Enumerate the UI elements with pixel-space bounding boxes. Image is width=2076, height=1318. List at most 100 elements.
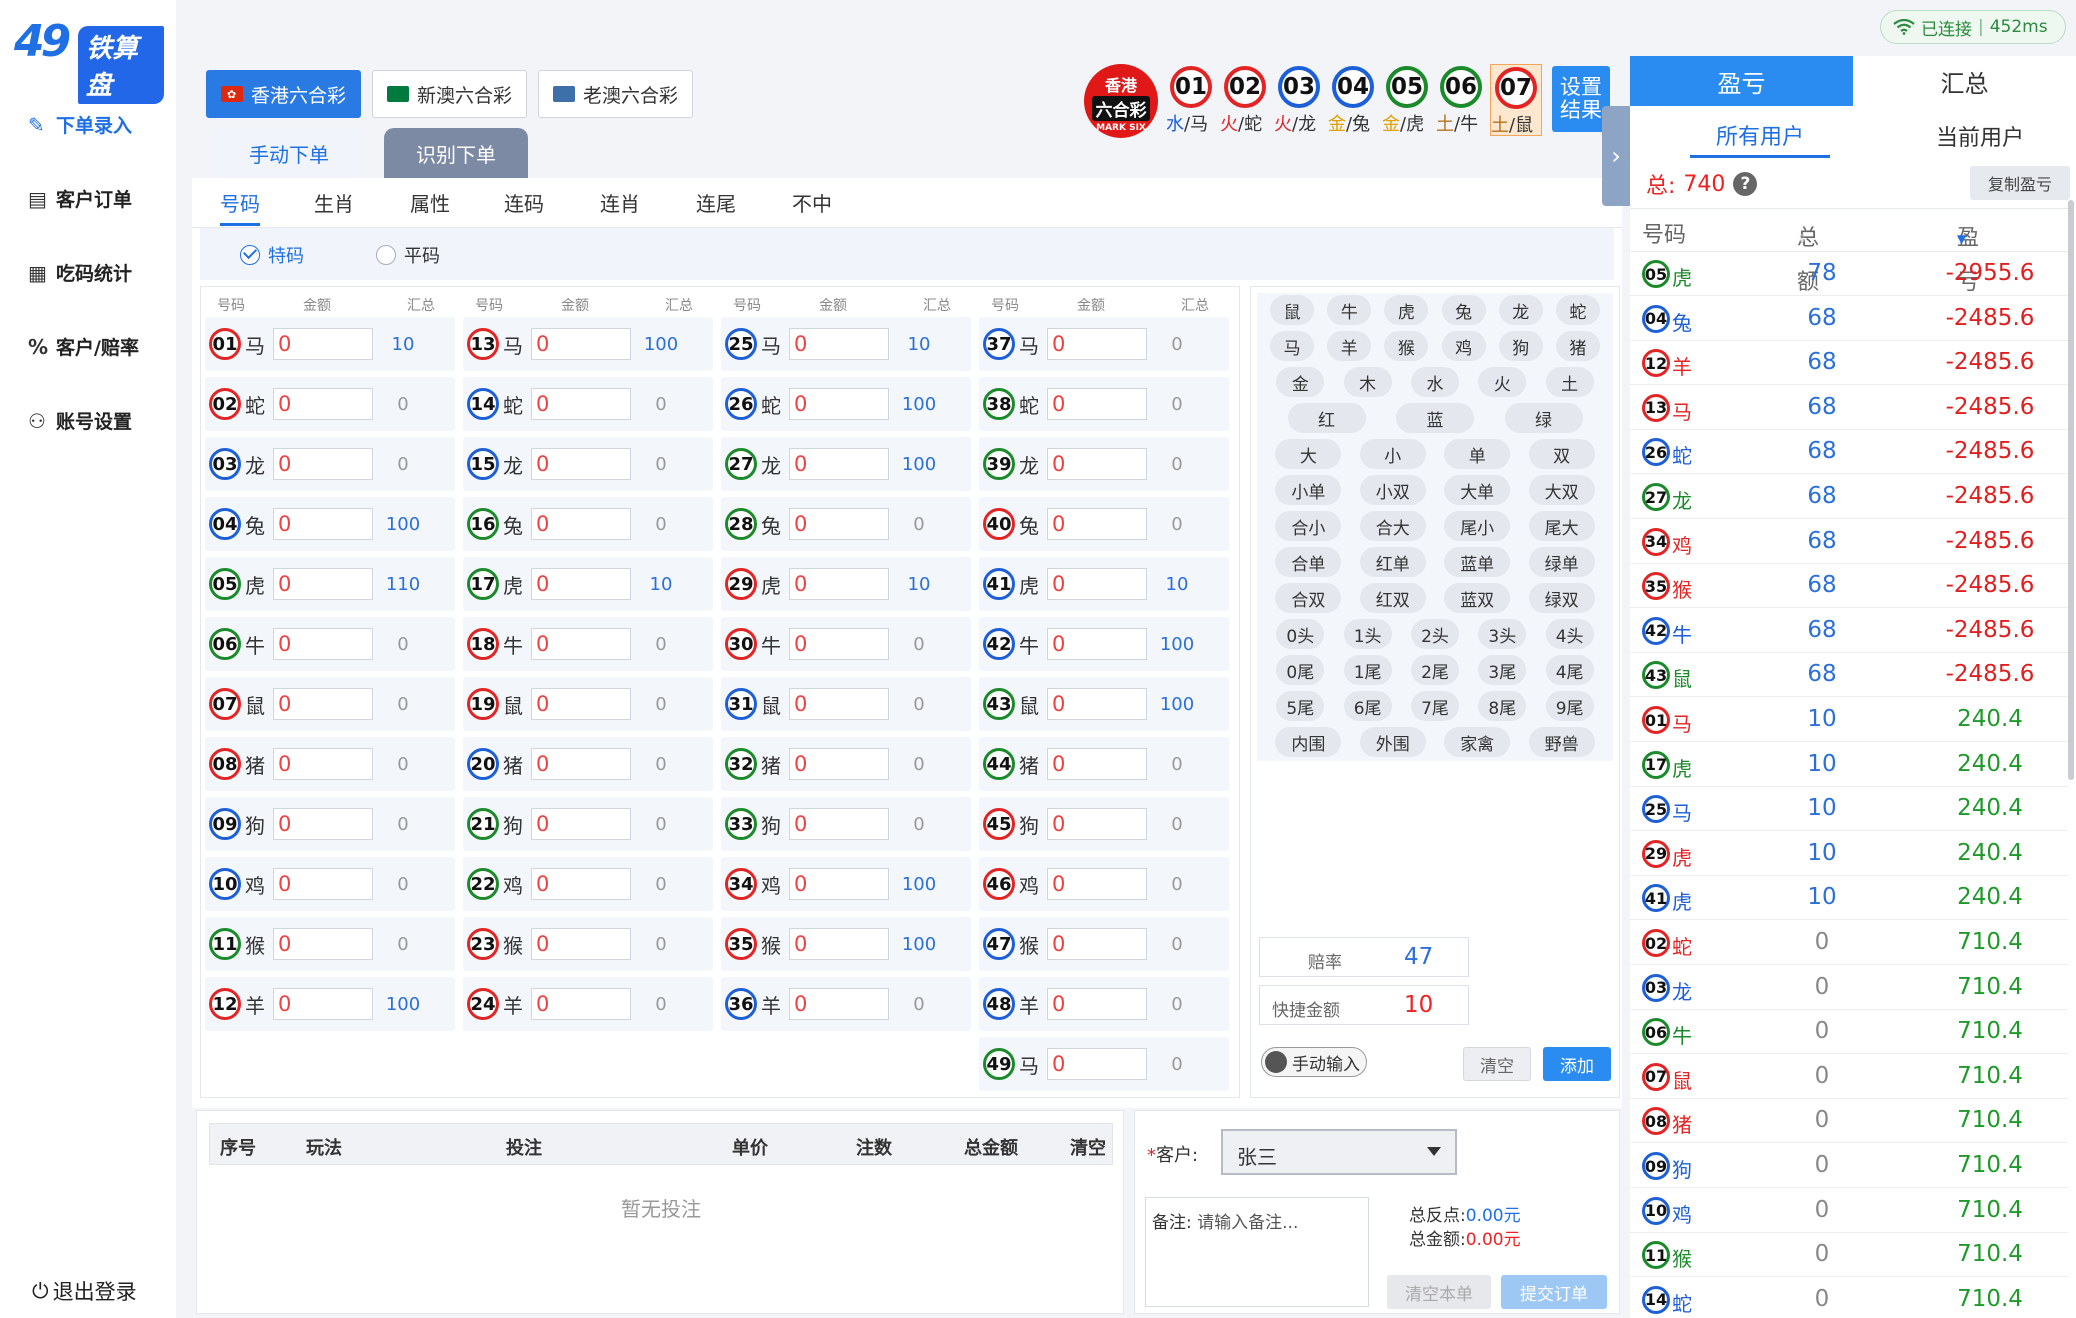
manual-input-toggle[interactable]: 手动输入 — [1261, 1047, 1367, 1077]
quick-btn[interactable]: 双 — [1528, 439, 1595, 469]
amount-input[interactable]: 0 — [789, 688, 889, 720]
tab-hk-lottery[interactable]: ✿ 香港六合彩 — [206, 70, 362, 118]
tab-play-6[interactable]: 不中 — [792, 188, 832, 226]
tab-play-3[interactable]: 连码 — [504, 188, 544, 226]
nav-item-2[interactable]: ▦ 吃码统计 — [28, 252, 132, 292]
amount-input[interactable]: 0 — [789, 568, 889, 600]
quick-btn[interactable]: 土 — [1545, 367, 1594, 397]
amount-input[interactable]: 0 — [1047, 508, 1147, 540]
amount-input[interactable]: 0 — [273, 388, 373, 420]
amount-input[interactable]: 0 — [531, 748, 631, 780]
tab-play-2[interactable]: 属性 — [410, 188, 450, 226]
amount-input[interactable]: 0 — [273, 448, 373, 480]
amount-input[interactable]: 0 — [789, 748, 889, 780]
amount-input[interactable]: 0 — [789, 868, 889, 900]
amount-input[interactable]: 0 — [531, 388, 631, 420]
help-icon[interactable]: ? — [1733, 172, 1758, 196]
quick-btn[interactable]: 绿双 — [1528, 583, 1595, 613]
amount-input[interactable]: 0 — [789, 508, 889, 540]
clear-all-bets[interactable]: 清空 — [1070, 1134, 1106, 1160]
tab-recognize-order[interactable]: 识别下单 — [384, 128, 528, 178]
logout-button[interactable]: ⏻ 退出登录 — [32, 1276, 137, 1306]
amount-input[interactable]: 0 — [273, 808, 373, 840]
quick-btn[interactable]: 火 — [1478, 367, 1527, 397]
quick-btn[interactable]: 8尾 — [1478, 691, 1527, 721]
amount-input[interactable]: 0 — [273, 928, 373, 960]
nav-item-3[interactable]: % 客户/赔率 — [28, 326, 139, 366]
add-button[interactable]: 添加 — [1543, 1047, 1611, 1081]
scrollbar[interactable] — [2068, 200, 2074, 780]
quick-btn[interactable]: 3头 — [1478, 619, 1527, 649]
tab-old-macau-lottery[interactable]: 老澳六合彩 — [538, 70, 694, 118]
quick-btn[interactable]: 2头 — [1411, 619, 1459, 649]
quick-btn[interactable]: 0尾 — [1276, 655, 1325, 685]
quick-btn[interactable]: 合小 — [1275, 511, 1342, 541]
amount-input[interactable]: 0 — [789, 808, 889, 840]
amount-input[interactable]: 0 — [789, 328, 889, 360]
quick-btn[interactable]: 5尾 — [1276, 691, 1325, 721]
quick-btn[interactable]: 4头 — [1545, 619, 1594, 649]
amount-input[interactable]: 0 — [1047, 748, 1147, 780]
quick-btn[interactable]: 红双 — [1359, 583, 1426, 613]
quick-btn[interactable]: 尾大 — [1528, 511, 1595, 541]
amount-input[interactable]: 0 — [531, 328, 631, 360]
radio-regular-number[interactable]: 平码 — [376, 242, 440, 268]
quick-btn[interactable]: 9尾 — [1545, 691, 1594, 721]
amount-input[interactable]: 0 — [1047, 1048, 1147, 1080]
quick-btn[interactable]: 蓝单 — [1444, 547, 1511, 577]
quick-btn[interactable]: 大 — [1275, 439, 1342, 469]
tab-all-users[interactable]: 所有用户 — [1690, 114, 1830, 158]
amount-input[interactable]: 0 — [1047, 688, 1147, 720]
tab-play-4[interactable]: 连肖 — [600, 188, 640, 226]
quick-btn[interactable]: 金 — [1276, 367, 1325, 397]
quick-btn[interactable]: 合单 — [1275, 547, 1342, 577]
amount-input[interactable]: 0 — [1047, 808, 1147, 840]
customer-select[interactable]: 张三 — [1221, 1129, 1457, 1175]
quick-btn[interactable]: 兔 — [1441, 295, 1486, 325]
quick-btn[interactable]: 绿 — [1504, 403, 1583, 433]
note-input[interactable]: 备注: 请输入备注... — [1145, 1197, 1369, 1307]
quick-btn[interactable]: 内围 — [1275, 727, 1342, 757]
clear-order-button[interactable]: 清空本单 — [1387, 1275, 1491, 1309]
quick-btn[interactable]: 1头 — [1343, 619, 1392, 649]
quick-btn[interactable]: 家禽 — [1444, 727, 1511, 757]
quick-btn[interactable]: 红 — [1287, 403, 1366, 433]
amount-input[interactable]: 0 — [789, 988, 889, 1020]
quick-btn[interactable]: 大单 — [1444, 475, 1511, 505]
quick-btn[interactable]: 外围 — [1359, 727, 1426, 757]
nav-item-1[interactable]: ▤ 客户订单 — [28, 178, 132, 218]
quick-btn[interactable]: 0头 — [1276, 619, 1325, 649]
amount-input[interactable]: 0 — [789, 928, 889, 960]
tab-new-macau-lottery[interactable]: 新澳六合彩 — [372, 70, 528, 118]
amount-input[interactable]: 0 — [531, 928, 631, 960]
quick-btn[interactable]: 牛 — [1327, 295, 1372, 325]
quick-btn[interactable]: 猪 — [1555, 331, 1600, 361]
quick-btn[interactable]: 鼠 — [1270, 295, 1315, 325]
tab-play-0[interactable]: 号码 — [220, 188, 260, 226]
quick-btn[interactable]: 小单 — [1275, 475, 1342, 505]
quick-btn[interactable]: 4尾 — [1545, 655, 1594, 685]
tab-manual-order[interactable]: 手动下单 — [212, 128, 366, 178]
amount-input[interactable]: 0 — [789, 448, 889, 480]
amount-input[interactable]: 0 — [1047, 988, 1147, 1020]
quick-btn[interactable]: 鸡 — [1441, 331, 1486, 361]
amount-input[interactable]: 0 — [531, 508, 631, 540]
quick-btn[interactable]: 羊 — [1327, 331, 1372, 361]
quick-btn[interactable]: 野兽 — [1528, 727, 1595, 757]
amount-input[interactable]: 0 — [1047, 328, 1147, 360]
amount-input[interactable]: 0 — [1047, 568, 1147, 600]
quick-btn[interactable]: 红单 — [1359, 547, 1426, 577]
amount-input[interactable]: 0 — [273, 688, 373, 720]
quick-amount-field[interactable]: 快捷金额 10 — [1259, 985, 1469, 1025]
quick-btn[interactable]: 6尾 — [1343, 691, 1392, 721]
amount-input[interactable]: 0 — [1047, 388, 1147, 420]
quick-btn[interactable]: 狗 — [1498, 331, 1543, 361]
copy-profit-button[interactable]: 复制盈亏 — [1970, 166, 2070, 200]
quick-btn[interactable]: 单 — [1444, 439, 1511, 469]
quick-btn[interactable]: 龙 — [1498, 295, 1543, 325]
tab-current-user[interactable]: 当前用户 — [1910, 114, 2050, 158]
tab-play-5[interactable]: 连尾 — [696, 188, 736, 226]
quick-btn[interactable]: 蓝双 — [1444, 583, 1511, 613]
amount-input[interactable]: 0 — [273, 748, 373, 780]
amount-input[interactable]: 0 — [1047, 628, 1147, 660]
